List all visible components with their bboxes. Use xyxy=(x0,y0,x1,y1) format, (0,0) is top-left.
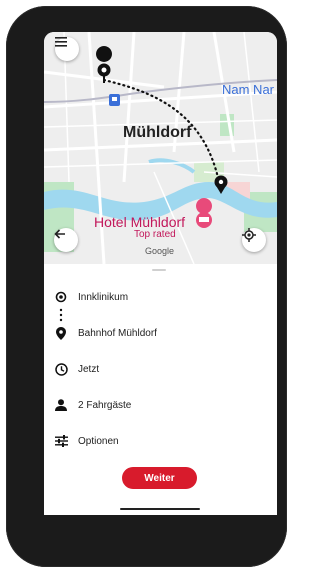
continue-button[interactable]: Weiter xyxy=(122,467,197,489)
phone-frame: Mühldorf Nam Nar Hotel Mühldorf Top rate… xyxy=(6,6,287,567)
arrow-left-icon xyxy=(54,229,65,239)
locate-me-button[interactable] xyxy=(242,228,266,252)
crosshair-icon xyxy=(242,228,256,242)
map-hotel-label[interactable]: Hotel Mühldorf xyxy=(94,214,185,230)
origin-icon xyxy=(44,291,78,303)
origin-label: Innklinikum xyxy=(78,291,129,303)
options-label: Optionen xyxy=(78,435,119,447)
map-hotel-rating: Top rated xyxy=(134,229,176,240)
time-row[interactable]: Jetzt xyxy=(44,358,277,380)
map-attribution: Google xyxy=(145,246,175,256)
app-screen: Mühldorf Nam Nar Hotel Mühldorf Top rate… xyxy=(44,32,277,515)
destination-row[interactable]: Bahnhof Mühldorf xyxy=(44,322,277,344)
map-city-label: Mühldorf xyxy=(123,124,192,141)
map-area-label: Nam Nar xyxy=(222,82,275,97)
time-label: Jetzt xyxy=(78,363,100,375)
route-connector-icon xyxy=(59,308,63,322)
passengers-row[interactable]: 2 Fahrgäste xyxy=(44,394,277,416)
person-icon xyxy=(44,399,78,411)
passengers-label: 2 Fahrgäste xyxy=(78,399,132,411)
sliders-icon xyxy=(44,435,78,447)
back-button[interactable] xyxy=(54,228,78,252)
hamburger-icon xyxy=(55,37,67,47)
map-view[interactable]: Mühldorf Nam Nar Hotel Mühldorf Top rate… xyxy=(44,32,277,264)
sheet-drag-handle[interactable] xyxy=(152,269,166,271)
map-pin-icon xyxy=(44,326,78,340)
options-row[interactable]: Optionen xyxy=(44,430,277,452)
home-indicator[interactable] xyxy=(120,508,200,510)
destination-label: Bahnhof Mühldorf xyxy=(78,327,157,339)
clock-icon xyxy=(44,362,78,376)
origin-row[interactable]: Innklinikum xyxy=(44,286,277,308)
menu-button[interactable] xyxy=(55,37,79,61)
